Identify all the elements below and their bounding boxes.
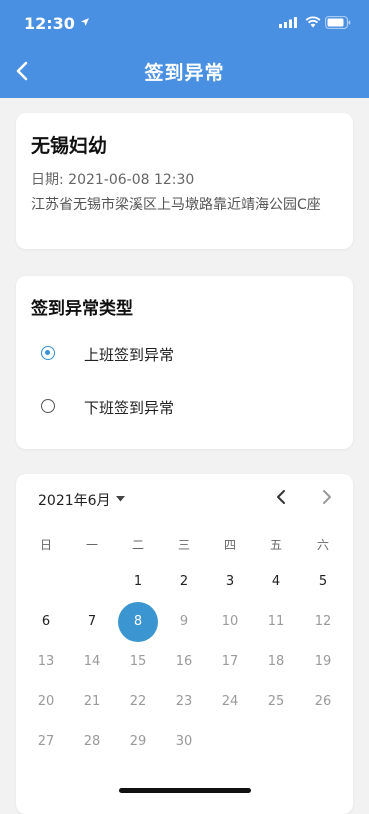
calendar-day[interactable]: 9 xyxy=(166,604,202,640)
calendar-day[interactable]: 13 xyxy=(28,644,64,680)
calendar-day[interactable]: 1 xyxy=(120,564,156,600)
calendar-day[interactable]: 11 xyxy=(258,604,294,640)
calendar-day[interactable]: 12 xyxy=(305,604,341,640)
signal-icon xyxy=(279,17,297,28)
radio-unselected-icon[interactable] xyxy=(41,399,55,413)
calendar-day[interactable]: 23 xyxy=(166,684,202,720)
calendar-day[interactable]: 19 xyxy=(305,644,341,680)
radio-label: 下班签到异常 xyxy=(84,399,175,417)
calendar-day[interactable]: 5 xyxy=(305,564,341,600)
calendar-day[interactable]: 4 xyxy=(258,564,294,600)
radio-selected-icon[interactable] xyxy=(41,346,55,360)
caret-down-icon[interactable] xyxy=(116,496,125,502)
calendar-day[interactable]: 24 xyxy=(212,684,248,720)
radio-option-checkout[interactable]: 下班签到异常 xyxy=(16,387,353,427)
calendar-day-selected[interactable]: 8 xyxy=(118,602,158,642)
radio-option-checkin[interactable]: 上班签到异常 xyxy=(16,334,353,374)
checkin-date: 日期: 2021-06-08 12:30 xyxy=(31,172,195,188)
wifi-icon xyxy=(305,16,321,28)
weekday-label: 六 xyxy=(316,538,329,552)
calendar-day[interactable]: 20 xyxy=(28,684,64,720)
calendar-day[interactable]: 2 xyxy=(166,564,202,600)
battery-icon xyxy=(325,16,351,29)
calendar-day[interactable]: 14 xyxy=(74,644,110,680)
calendar-day[interactable]: 28 xyxy=(74,724,110,760)
exception-type-title: 签到异常类型 xyxy=(31,299,133,319)
calendar-day[interactable]: 7 xyxy=(74,604,110,640)
app-header: 12:30 签到异常 xyxy=(0,0,369,98)
location-arrow-icon xyxy=(81,18,89,26)
weekday-label: 一 xyxy=(85,538,98,552)
calendar-day[interactable]: 21 xyxy=(74,684,110,720)
calendar-day[interactable]: 16 xyxy=(166,644,202,680)
calendar-day[interactable]: 10 xyxy=(212,604,248,640)
month-selector[interactable]: 2021年6月 xyxy=(38,490,111,510)
page-title: 签到异常 xyxy=(144,62,225,84)
location-name: 无锡妇幼 xyxy=(31,135,108,157)
location-info-card: 无锡妇幼 日期: 2021-06-08 12:30 江苏省无锡市梁溪区上马墩路靠… xyxy=(16,113,353,249)
location-address: 江苏省无锡市梁溪区上马墩路靠近靖海公园C座 xyxy=(31,197,321,213)
calendar-day[interactable]: 30 xyxy=(166,724,202,760)
calendar-card: 2021年6月 日一二三四五六 1 2 3 4 5 6 7 8 9 10 11 12 13 14 15 16 17… xyxy=(16,474,353,814)
status-time: 12:30 xyxy=(24,14,75,33)
weekday-label: 四 xyxy=(223,538,236,552)
weekday-label: 五 xyxy=(269,538,282,552)
calendar-day[interactable]: 26 xyxy=(305,684,341,720)
calendar-day[interactable]: 6 xyxy=(28,604,64,640)
calendar-day[interactable]: 18 xyxy=(258,644,294,680)
calendar-day[interactable]: 17 xyxy=(212,644,248,680)
weekday-label: 二 xyxy=(131,538,144,552)
calendar-day[interactable]: 25 xyxy=(258,684,294,720)
radio-label: 上班签到异常 xyxy=(84,346,175,364)
prev-month-button[interactable] xyxy=(274,488,290,506)
next-month-button[interactable] xyxy=(318,488,334,506)
weekday-label: 三 xyxy=(177,538,190,552)
calendar-day[interactable]: 15 xyxy=(120,644,156,680)
calendar-day[interactable]: 22 xyxy=(120,684,156,720)
weekday-label: 日 xyxy=(39,538,52,552)
calendar-day[interactable]: 29 xyxy=(120,724,156,760)
home-indicator xyxy=(119,788,251,793)
calendar-day[interactable]: 27 xyxy=(28,724,64,760)
calendar-day[interactable]: 3 xyxy=(212,564,248,600)
exception-type-card: 签到异常类型 上班签到异常 下班签到异常 xyxy=(16,276,353,449)
